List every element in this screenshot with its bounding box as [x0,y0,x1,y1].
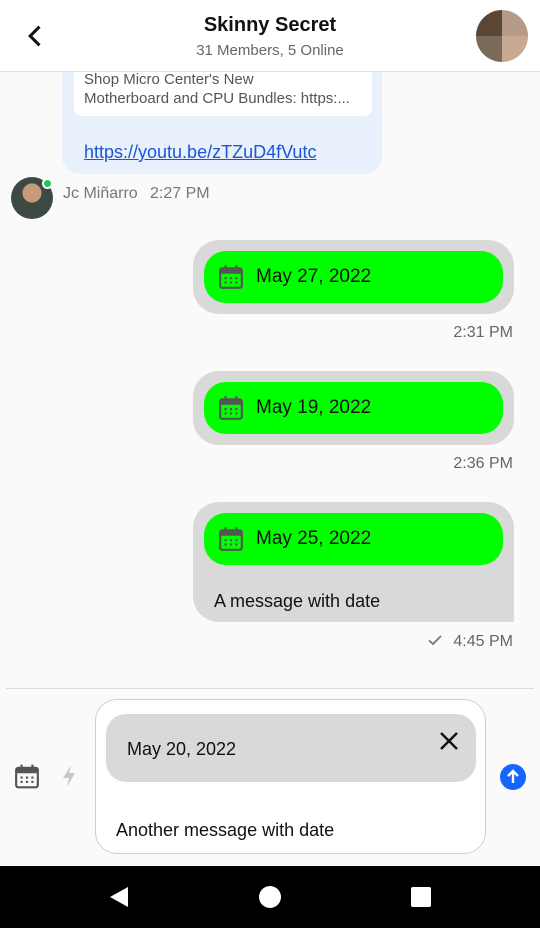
sender-name: Jc Miñarro [63,185,138,202]
link-url[interactable]: https://youtu.be/zTZuD4fVutc [84,142,316,163]
date-label: May 25, 2022 [256,528,372,549]
calendar-icon[interactable] [14,763,40,790]
attached-date: May 20, 2022 [127,739,237,759]
date-chip[interactable]: May 27, 2022 [204,251,503,303]
nav-home-icon[interactable] [259,886,281,908]
message-time: 4:45 PM [453,633,513,650]
close-icon[interactable] [438,730,460,752]
online-indicator [42,178,53,189]
message-text: A message with date [214,591,381,611]
calendar-icon [219,265,243,289]
divider [6,688,534,689]
nav-recents-icon[interactable] [411,887,431,907]
date-chip[interactable]: May 19, 2022 [204,382,503,434]
attached-date-chip[interactable]: May 20, 2022 [106,714,476,782]
nav-back-icon[interactable] [108,885,130,909]
message-time: 2:31 PM [453,324,513,341]
message-input-text[interactable]: Another message with date [116,820,334,841]
message-time: 2:36 PM [453,455,513,472]
send-button[interactable] [500,764,526,790]
date-chip[interactable]: May 25, 2022 [204,513,503,565]
bolt-icon[interactable] [60,764,78,788]
message-bubble[interactable]: May 27, 2022 [193,240,514,314]
date-label: May 27, 2022 [256,266,372,287]
date-label: May 19, 2022 [256,397,372,418]
page-title: Skinny Secret [203,14,337,36]
message-bubble[interactable]: May 19, 2022 [193,371,514,445]
chat-header: Skinny Secret 31 Members, 5 Online [0,0,540,72]
member-count: 31 Members, 5 Online [196,42,344,59]
link-preview-line-2: Motherboard and CPU Bundles: https:... [84,90,350,107]
calendar-icon [219,527,243,551]
sender-time: 2:27 PM [150,185,210,202]
message-bubble[interactable]: May 25, 2022 A message with date [193,502,514,622]
check-icon [428,635,442,646]
group-avatar[interactable] [476,10,528,62]
send-icon [507,769,519,783]
system-nav-bar [0,866,540,928]
calendar-icon [219,396,243,420]
link-preview-line-1: Shop Micro Center's New [84,71,254,88]
